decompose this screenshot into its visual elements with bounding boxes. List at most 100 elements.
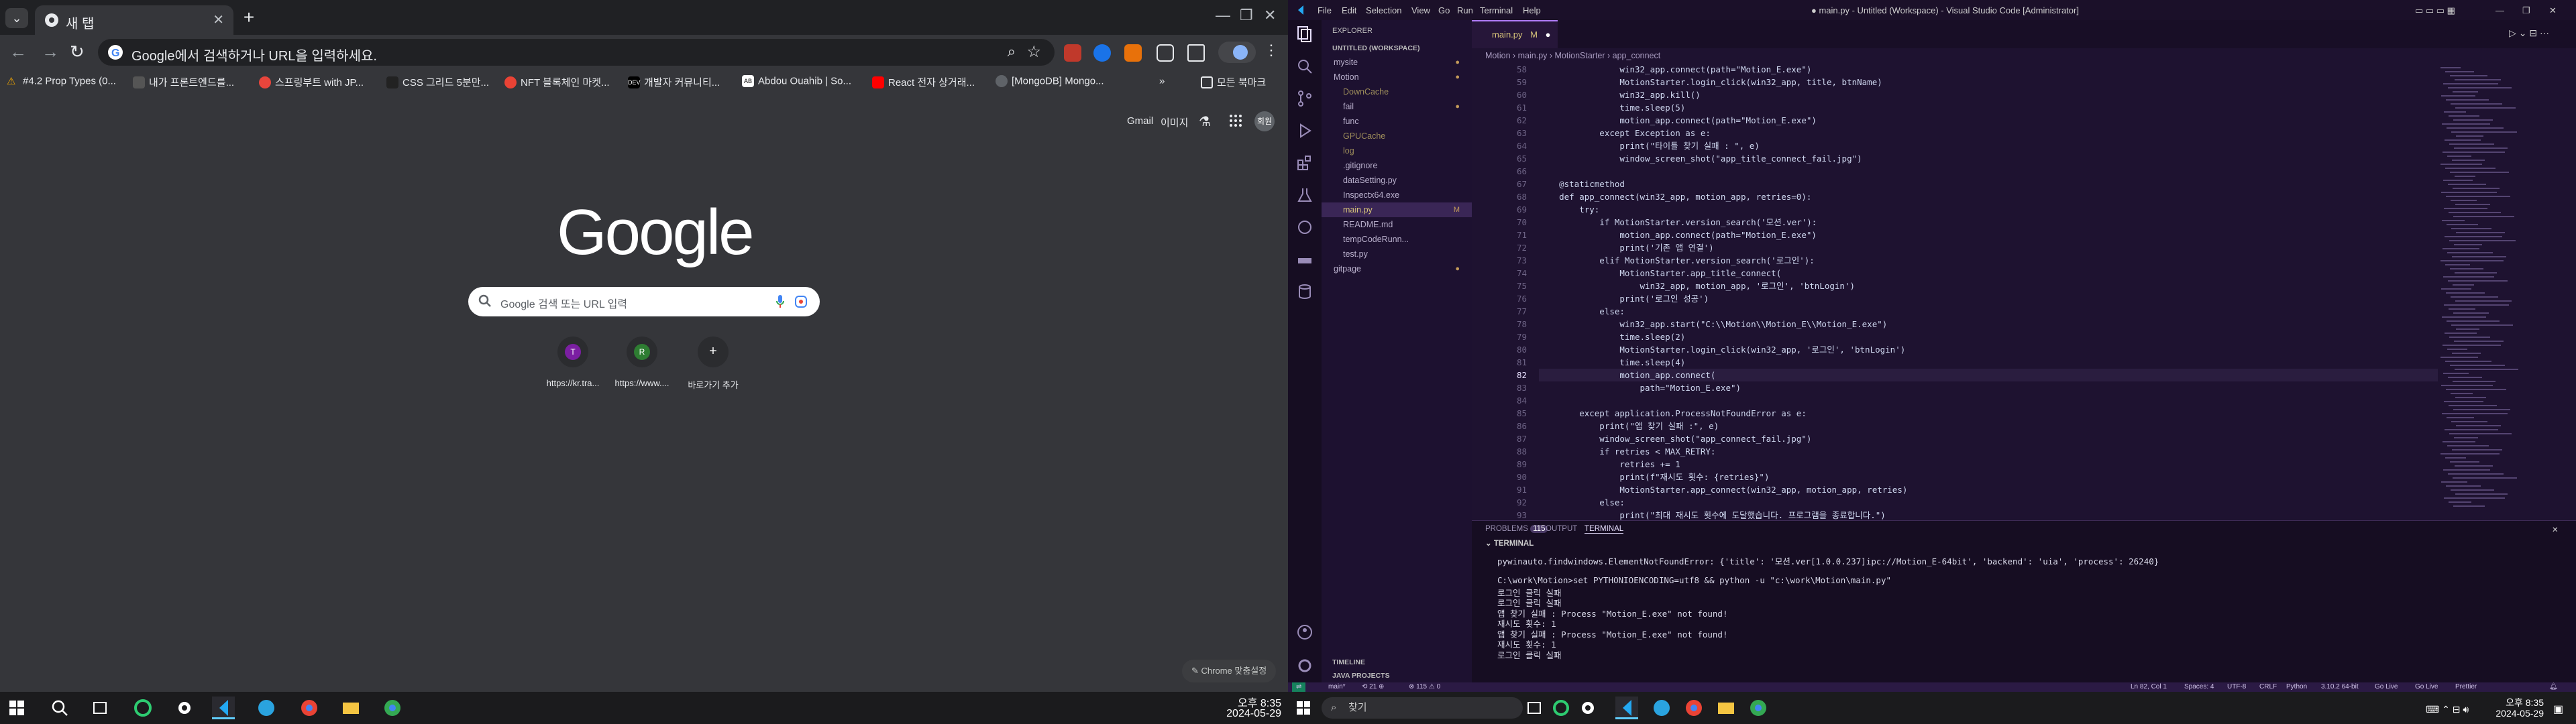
search-icon[interactable]	[48, 697, 71, 719]
code-line[interactable]: motion_app.connect(path="Motion_E.exe")	[1539, 114, 1817, 127]
git-branch[interactable]: main*	[1328, 682, 1346, 692]
code-line[interactable]: print("타이틀 찾기 실패 : ", e)	[1539, 139, 1759, 152]
timeline-section[interactable]: TIMELINE	[1332, 658, 1365, 666]
code-line[interactable]: try:	[1539, 203, 1599, 216]
code-line[interactable]: elif MotionStarter.version_search('로그인')…	[1539, 254, 1815, 267]
code-line[interactable]: path="Motion_E.exe")	[1539, 381, 1741, 394]
file-explorer-icon[interactable]	[339, 697, 362, 719]
code-line[interactable]: except Exception as e:	[1539, 127, 1711, 139]
code-line[interactable]: @staticmethod	[1539, 178, 1625, 190]
chrome-taskbar-icon-active[interactable]	[381, 697, 404, 719]
layout-icons[interactable]: ▭ ▭ ▭ ▦	[2415, 5, 2455, 16]
tab-new-tab[interactable]: 새 탭 ✕	[35, 5, 233, 35]
shortcut-tile[interactable]: T https://kr.tra...	[536, 337, 610, 390]
taskbar-search[interactable]: 찾기 ⌕	[1322, 697, 1523, 719]
add-shortcut-button[interactable]: + 바로가기 추가	[676, 337, 750, 390]
go-live-button-2[interactable]: Go Live	[2415, 682, 2438, 692]
microphone-icon[interactable]	[775, 294, 785, 309]
tree-item[interactable]: DownCache	[1322, 84, 1472, 99]
puzzle-icon[interactable]	[1157, 44, 1174, 62]
sync-status[interactable]: ⟲ 21 ⊕	[1362, 682, 1384, 692]
app-green-icon[interactable]	[131, 697, 154, 719]
search-icon[interactable]	[1296, 58, 1313, 75]
tree-item[interactable]: fail ●	[1322, 99, 1472, 114]
close-panel-icon[interactable]: ✕	[2552, 525, 2559, 534]
extension-icon[interactable]	[1124, 44, 1142, 62]
bookmark-item[interactable]: AB Abdou Ouahib | So...	[742, 75, 851, 91]
code-line[interactable]: time.sleep(4)	[1539, 356, 1685, 369]
minimize-icon[interactable]: —	[2496, 5, 2504, 15]
clock-date[interactable]: 2024-05-29	[1208, 708, 1281, 720]
tree-item[interactable]: gitpage ●	[1322, 261, 1472, 276]
menu-selection[interactable]: Selection	[1366, 5, 1401, 15]
tree-item[interactable]: log	[1322, 143, 1472, 158]
windows-start-icon[interactable]	[1292, 697, 1315, 719]
search-icon[interactable]: ⌕	[1008, 43, 1016, 60]
bookmark-item[interactable]: NFT 블록체인 마켓...	[504, 75, 610, 91]
code-line[interactable]: win32_app.start("C:\\Motion\\Motion_E\\M…	[1539, 318, 1887, 330]
unsaved-dot-icon[interactable]: ●	[1546, 29, 1551, 40]
cursor-position[interactable]: Ln 82, Col 1	[2131, 682, 2167, 692]
minimize-icon[interactable]: —	[1216, 7, 1230, 24]
code-line[interactable]: window_screen_shot("app_connect_fail.jpg…	[1539, 432, 1811, 445]
remote-explorer-icon[interactable]	[1296, 219, 1313, 236]
code-line[interactable]: window_screen_shot("app_title_connect_fa…	[1539, 152, 1862, 165]
menu-view[interactable]: View	[1411, 5, 1430, 15]
code-line[interactable]: win32_app.kill()	[1539, 88, 1700, 101]
code-line[interactable]: time.sleep(5)	[1539, 101, 1685, 114]
code-line[interactable]: MotionStarter.app_title_connect(	[1539, 267, 1781, 280]
vscode-taskbar-icon[interactable]	[212, 697, 235, 719]
google-lens-icon[interactable]	[794, 295, 808, 308]
code-line[interactable]: print('기존 앱 연결')	[1539, 241, 1713, 254]
maximize-icon[interactable]: ❐	[2522, 5, 2530, 16]
code-line[interactable]: print(f"재시도 횟수: {retries}")	[1539, 471, 1769, 483]
labs-flask-icon[interactable]: ⚗	[1199, 113, 1211, 130]
bookmark-item[interactable]: ⚠ #4.2 Prop Types (0...	[7, 75, 116, 91]
search-input[interactable]: Google 검색 또는 URL 입력	[468, 287, 820, 316]
tree-item[interactable]: dataSetting.py	[1322, 173, 1472, 188]
testing-flask-icon[interactable]	[1296, 186, 1313, 204]
eol[interactable]: CRLF	[2259, 682, 2277, 692]
explorer-icon[interactable]	[1296, 25, 1313, 43]
new-tab-button[interactable]: +	[237, 7, 260, 29]
tab-problems[interactable]: PROBLEMS 115	[1485, 525, 1548, 533]
chrome-taskbar-icon[interactable]	[298, 697, 321, 719]
file-explorer-icon[interactable]	[1715, 697, 1737, 719]
code-line[interactable]: def app_connect(win32_app, motion_app, r…	[1539, 190, 1811, 203]
language-mode[interactable]: Python	[2286, 682, 2307, 692]
adblock-extension-icon[interactable]	[1064, 44, 1081, 62]
minimap[interactable]	[2438, 67, 2532, 516]
code-line[interactable]: print('로그인 성공')	[1539, 292, 1709, 305]
code-line[interactable]: win32_app.connect(path="Motion_E.exe")	[1539, 63, 1811, 76]
app-green-icon[interactable]	[1550, 697, 1572, 719]
terminal-section-header[interactable]: ⌄ TERMINAL	[1485, 538, 1534, 548]
tree-item[interactable]: .gitignore	[1322, 158, 1472, 173]
back-icon[interactable]: ←	[9, 42, 27, 62]
menu-run[interactable]: Run	[1457, 5, 1473, 15]
bookmark-item[interactable]: React 전자 상거래...	[872, 75, 975, 91]
tree-item[interactable]: test.py	[1322, 247, 1472, 261]
gmail-link[interactable]: Gmail	[1127, 115, 1153, 127]
apps-grid-icon[interactable]	[1229, 114, 1242, 127]
menu-kebab-icon[interactable]: ⋮	[1264, 42, 1279, 59]
bookmark-star-icon[interactable]: ☆	[1026, 42, 1041, 62]
indentation[interactable]: Spaces: 4	[2184, 682, 2214, 692]
encoding[interactable]: UTF-8	[2227, 682, 2246, 692]
settings-gear-icon[interactable]	[1576, 697, 1599, 719]
extensions-icon[interactable]	[1296, 154, 1313, 172]
clock-date[interactable]: 2024-05-29	[2482, 708, 2544, 719]
omnibox[interactable]: G Google에서 검색하거나 URL을 입력하세요. ⌕ ☆	[98, 39, 1055, 66]
java-projects-section[interactable]: JAVA PROJECTS	[1332, 672, 1390, 680]
bookmark-item[interactable]: CSS 그리드 5분만...	[386, 75, 489, 91]
remote-indicator[interactable]: ⇌	[1292, 682, 1306, 692]
menu-edit[interactable]: Edit	[1342, 5, 1356, 15]
code-line[interactable]: win32_app, motion_app, '로그인', 'btnLogin'…	[1539, 280, 1856, 292]
code-line[interactable]: MotionStarter.app_connect(win32_app, mot…	[1539, 483, 1907, 496]
account-avatar[interactable]: 회원	[1254, 111, 1275, 131]
forward-icon[interactable]: →	[42, 42, 59, 62]
code-line[interactable]: time.sleep(2)	[1539, 330, 1685, 343]
database-icon[interactable]	[1296, 283, 1313, 300]
run-debug-icon[interactable]	[1296, 122, 1313, 139]
code-line[interactable]: retries += 1	[1539, 458, 1680, 471]
breadcrumb[interactable]: Motion › main.py › MotionStarter › app_c…	[1472, 48, 2576, 63]
